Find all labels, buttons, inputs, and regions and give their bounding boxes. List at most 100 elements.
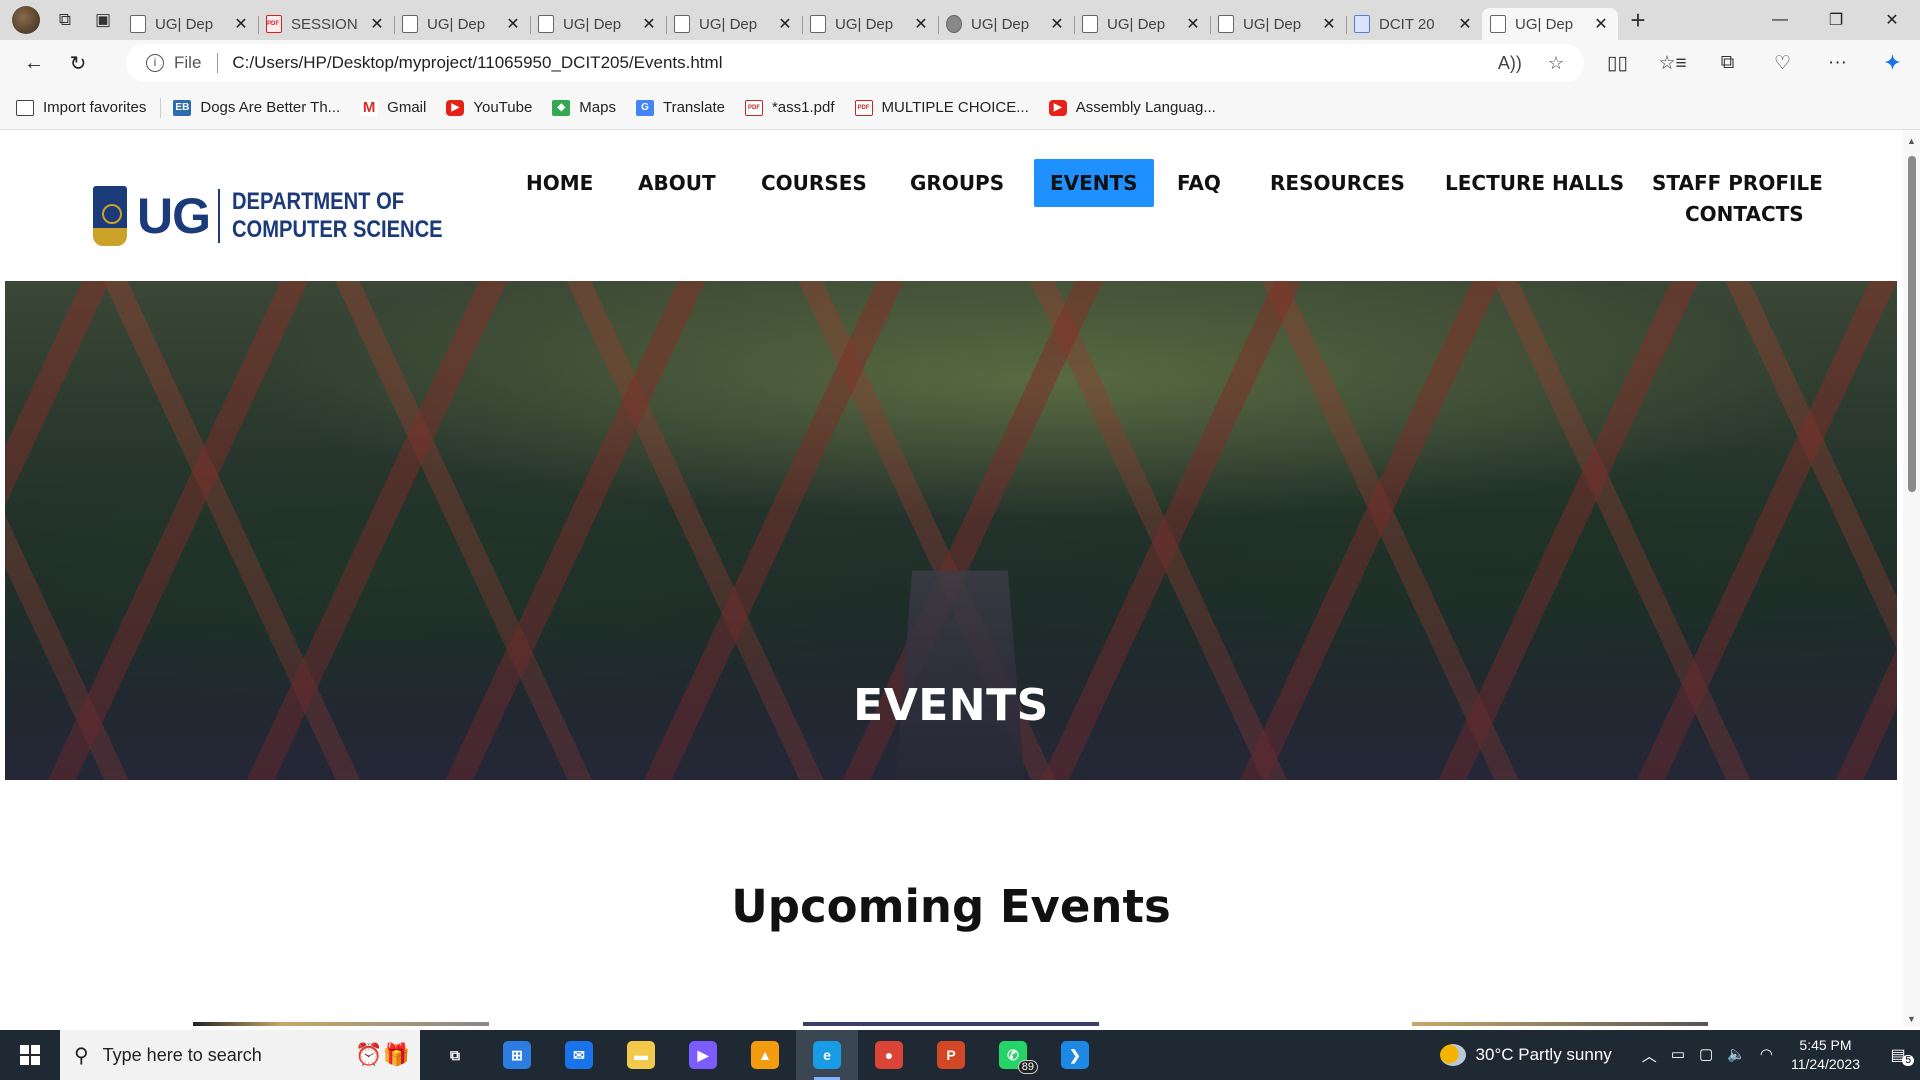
close-tab-icon[interactable]: ✕: [232, 14, 250, 34]
nav-courses[interactable]: COURSES: [761, 171, 867, 195]
file-explorer-taskbar-button[interactable]: ▬: [610, 1030, 672, 1080]
search-highlight-icon[interactable]: ⏰🎁: [355, 1042, 410, 1068]
chrome-taskbar-button[interactable]: ●: [858, 1030, 920, 1080]
nav-faq[interactable]: FAQ: [1177, 171, 1221, 195]
meet-now-icon[interactable]: ▢: [1699, 1045, 1713, 1066]
browser-tab[interactable]: UG| Dep ✕: [122, 8, 258, 40]
split-screen-icon[interactable]: ▯▯: [1590, 52, 1645, 75]
notification-count: 5: [1902, 1055, 1914, 1066]
page-scrollbar[interactable]: ▲ ▼: [1903, 130, 1920, 1026]
windows-taskbar: ⚲ Type here to search ⏰🎁 ⧉ ⊞ ✉ ▬ ▶ ▲ e ● P ✆ 89 ❯ 3…: [0, 1030, 1920, 1080]
browser-tab[interactable]: DCIT 20 ✕: [1346, 8, 1482, 40]
close-tab-icon[interactable]: ✕: [776, 14, 794, 34]
favorite-item[interactable]: Import favorites: [16, 99, 146, 116]
browser-tab[interactable]: SESSION ✕: [258, 8, 394, 40]
minimize-button[interactable]: —: [1752, 0, 1808, 40]
mail-taskbar-button[interactable]: ✉: [548, 1030, 610, 1080]
start-button[interactable]: [0, 1030, 60, 1080]
search-icon: ⚲: [74, 1044, 89, 1067]
favorite-star-icon[interactable]: ☆: [1548, 53, 1564, 74]
close-tab-icon[interactable]: ✕: [912, 14, 930, 34]
browser-tab[interactable]: UG| Dep ✕: [938, 8, 1074, 40]
workspaces-icon[interactable]: ⧉: [46, 0, 84, 40]
microsoft-store-taskbar-button[interactable]: ⊞: [486, 1030, 548, 1080]
nav-home[interactable]: HOME: [526, 171, 593, 195]
scroll-up-icon[interactable]: ▲: [1907, 136, 1916, 146]
favorite-label: MULTIPLE CHOICE...: [881, 99, 1029, 116]
wifi-icon[interactable]: ◠: [1760, 1045, 1773, 1066]
browser-tab[interactable]: UG| Dep ✕: [530, 8, 666, 40]
whatsapp-taskbar-button[interactable]: ✆ 89: [982, 1030, 1044, 1080]
profile-avatar[interactable]: [12, 6, 40, 34]
show-hidden-icons-icon[interactable]: ︿: [1642, 1045, 1657, 1066]
notification-center-icon[interactable]: ▤ 5: [1876, 1045, 1920, 1066]
restore-button[interactable]: ❐: [1808, 0, 1864, 40]
favorite-item[interactable]: ▶ YouTube: [446, 99, 532, 116]
nav-about[interactable]: ABOUT: [638, 171, 716, 195]
weather-widget[interactable]: 30°C Partly sunny: [1439, 1044, 1612, 1066]
nav-lecture-halls[interactable]: LECTURE HALLS: [1445, 171, 1624, 195]
favorite-label: Assembly Languag...: [1075, 99, 1216, 116]
read-aloud-icon[interactable]: A)): [1498, 53, 1522, 74]
refresh-button[interactable]: ↻: [56, 43, 100, 83]
nav-events[interactable]: EVENTS: [1034, 159, 1154, 207]
browser-tab[interactable]: UG| Dep ✕: [1210, 8, 1346, 40]
close-tab-icon[interactable]: ✕: [1320, 14, 1338, 34]
windows-logo-icon: [20, 1045, 40, 1065]
page-icon: [402, 15, 418, 33]
browser-tab[interactable]: UG| Dep ✕: [666, 8, 802, 40]
task-view-taskbar-button[interactable]: ⧉: [424, 1030, 486, 1080]
browser-tab[interactable]: UG| Dep ✕: [394, 8, 530, 40]
favorite-item[interactable]: G Translate: [635, 99, 725, 116]
collections-icon[interactable]: ⧉: [1700, 52, 1755, 74]
vscode-taskbar-button[interactable]: ❯: [1044, 1030, 1106, 1080]
scroll-thumb[interactable]: [1908, 156, 1916, 492]
favorite-item[interactable]: PDF MULTIPLE CHOICE...: [854, 99, 1029, 116]
favorite-item[interactable]: M Gmail: [360, 99, 426, 116]
nav-contacts[interactable]: CONTACTS: [1685, 202, 1804, 226]
battery-icon[interactable]: ▭: [1671, 1045, 1685, 1066]
volume-icon[interactable]: 🔈: [1727, 1045, 1746, 1066]
close-tab-icon[interactable]: ✕: [504, 14, 522, 34]
site-info-icon[interactable]: i: [146, 54, 164, 72]
new-tab-button[interactable]: +: [1618, 5, 1658, 36]
vscode-icon: ❯: [1061, 1041, 1089, 1069]
browser-tab-strip: ⧉ ▣ UG| Dep✕SESSION✕UG| Dep✕UG| Dep✕UG| …: [0, 0, 1920, 40]
browser-tab[interactable]: UG| Dep ✕: [1074, 8, 1210, 40]
nav-resources[interactable]: RESOURCES: [1270, 171, 1405, 195]
vlc-taskbar-button[interactable]: ▲: [734, 1030, 796, 1080]
nav-groups[interactable]: GROUPS: [910, 171, 1004, 195]
copilot-icon[interactable]: ✦: [1865, 52, 1920, 75]
edge-taskbar-button[interactable]: e: [796, 1030, 858, 1080]
scroll-down-icon[interactable]: ▼: [1907, 1014, 1916, 1024]
tab-actions-icon[interactable]: ▣: [84, 0, 122, 40]
clock[interactable]: 5:45 PM 11/24/2023: [1791, 1036, 1860, 1074]
address-bar[interactable]: i File C:/Users/HP/Desktop/myproject/110…: [126, 44, 1584, 82]
favorite-item[interactable]: PDF *ass1.pdf: [744, 99, 835, 116]
close-tab-icon[interactable]: ✕: [1456, 14, 1474, 34]
chrome-icon: ●: [875, 1041, 903, 1069]
close-tab-icon[interactable]: ✕: [1184, 14, 1202, 34]
clipchamp-taskbar-button[interactable]: ▶: [672, 1030, 734, 1080]
department-logo[interactable]: UG DEPARTMENT OF COMPUTER SCIENCE: [93, 186, 483, 246]
favorites-icon[interactable]: ☆≡: [1645, 52, 1700, 75]
favorite-item[interactable]: ▶ Assembly Languag...: [1048, 99, 1216, 116]
taskbar-search[interactable]: ⚲ Type here to search ⏰🎁: [60, 1030, 420, 1080]
close-tab-icon[interactable]: ✕: [368, 14, 386, 34]
nav-staff-profile[interactable]: STAFF PROFILE: [1652, 171, 1823, 195]
close-tab-icon[interactable]: ✕: [1048, 14, 1066, 34]
microsoft-store-icon: ⊞: [503, 1041, 531, 1069]
maps-icon: ◆: [552, 99, 571, 116]
url-text[interactable]: C:/Users/HP/Desktop/myproject/11065950_D…: [232, 53, 1497, 73]
favorite-item[interactable]: ◆ Maps: [552, 99, 616, 116]
close-tab-icon[interactable]: ✕: [640, 14, 658, 34]
favorite-item[interactable]: EB Dogs Are Better Th...: [173, 99, 340, 116]
settings-more-icon[interactable]: ···: [1810, 52, 1865, 74]
browser-tab[interactable]: UG| Dep ✕: [802, 8, 938, 40]
powerpoint-taskbar-button[interactable]: P: [920, 1030, 982, 1080]
close-tab-icon[interactable]: ✕: [1592, 14, 1610, 34]
close-window-button[interactable]: ✕: [1864, 0, 1920, 40]
browser-essentials-icon[interactable]: ♡: [1755, 52, 1810, 75]
back-button[interactable]: ←: [12, 43, 56, 83]
browser-tab[interactable]: UG| Dep ✕: [1482, 8, 1618, 40]
